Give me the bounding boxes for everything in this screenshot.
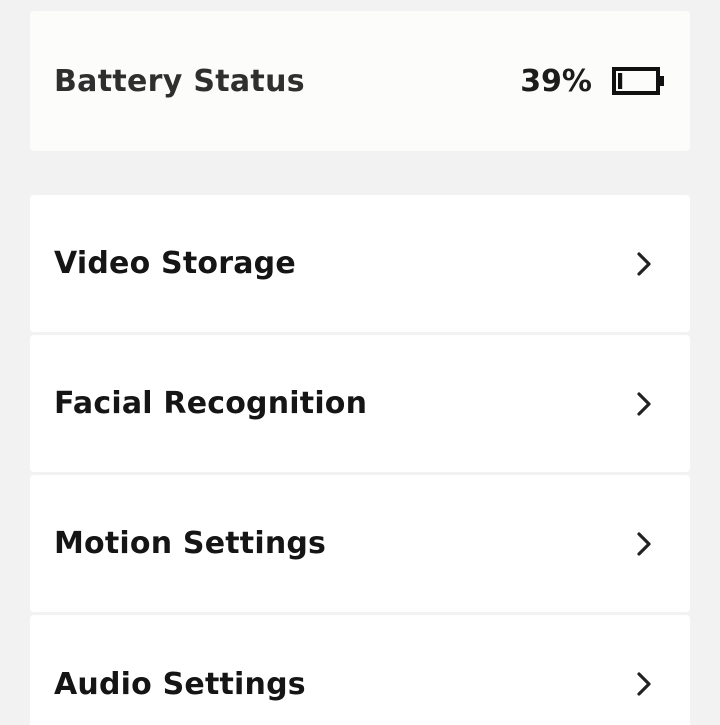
battery-status-label: Battery Status: [54, 63, 305, 99]
settings-item-facial-recognition[interactable]: Facial Recognition: [30, 335, 690, 472]
battery-percentage: 39%: [520, 63, 592, 99]
chevron-right-icon: [637, 391, 651, 416]
chevron-right-icon: [637, 672, 651, 696]
settings-item-label: Facial Recognition: [54, 386, 368, 421]
settings-item-label: Audio Settings: [54, 666, 306, 702]
settings-item-label: Motion Settings: [54, 526, 327, 561]
battery-level-fill: [618, 73, 623, 89]
settings-item-label: Video Storage: [54, 246, 296, 281]
battery-status-value-group: 39%: [520, 64, 666, 99]
chevron-right-icon: [637, 251, 651, 276]
settings-item-motion-settings[interactable]: Motion Settings: [30, 475, 690, 612]
battery-status-card: Battery Status 39%: [30, 11, 690, 151]
settings-item-audio-settings[interactable]: Audio Settings: [30, 615, 690, 725]
chevron-right-icon: [637, 531, 651, 556]
settings-item-video-storage[interactable]: Video Storage: [30, 195, 690, 332]
battery-icon: [612, 67, 664, 95]
